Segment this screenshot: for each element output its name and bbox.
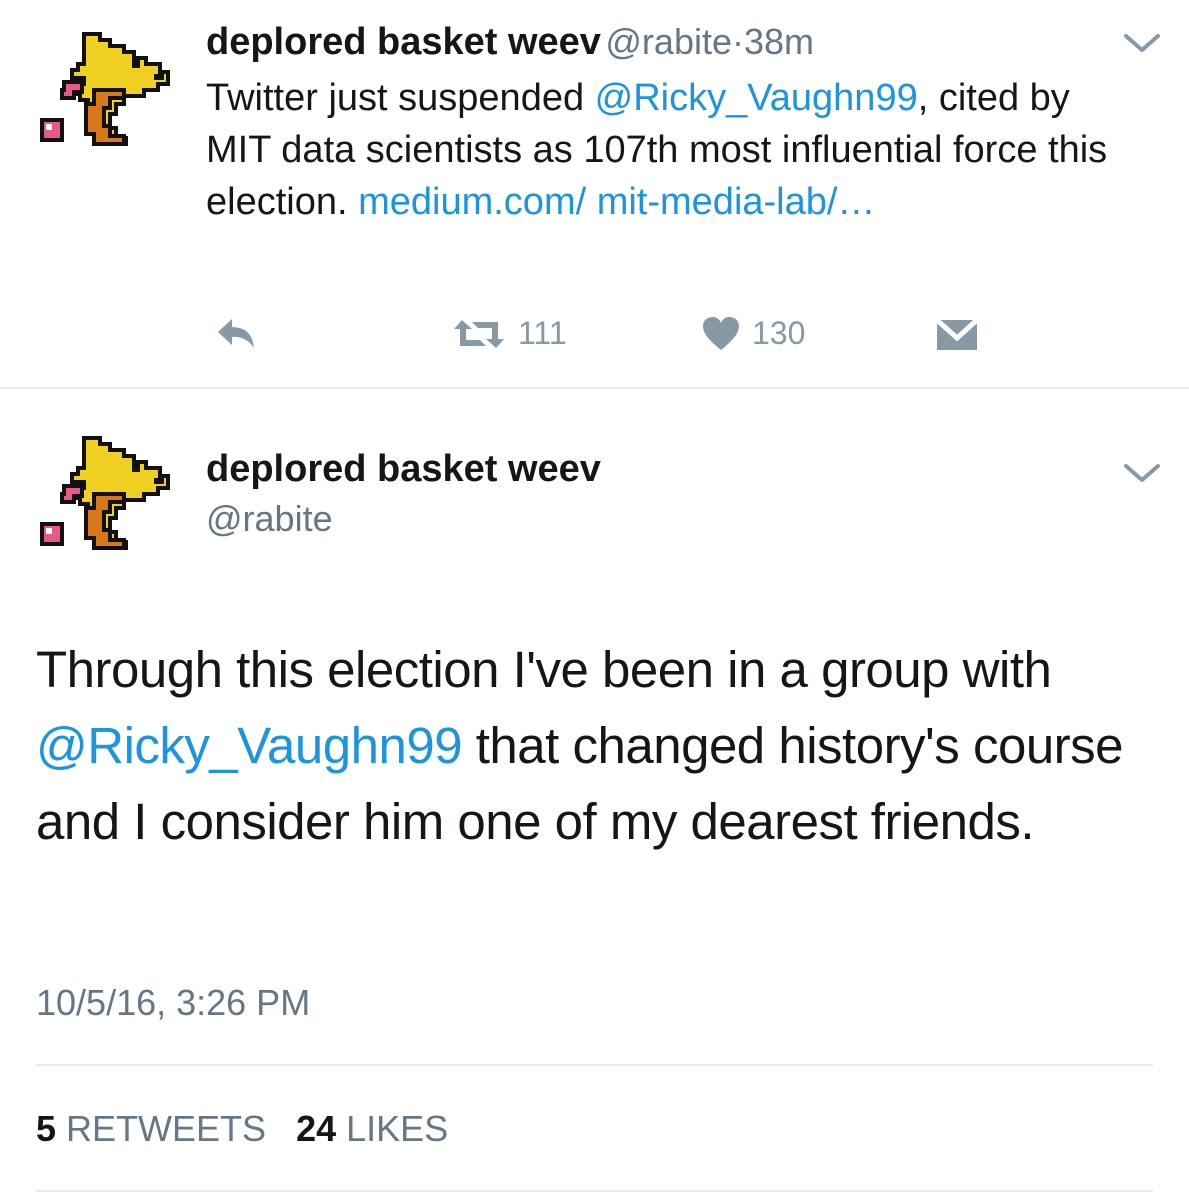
reply-button[interactable]	[214, 315, 258, 351]
like-button[interactable]: 130	[702, 315, 805, 352]
like-count: 130	[752, 315, 806, 351]
text-part: Through this election I've been in a gro…	[36, 641, 1052, 698]
rabite-avatar[interactable]	[36, 428, 176, 568]
reply-icon	[218, 319, 254, 348]
tweet-1-text: Twitter just suspended @Ricky_Vaughn99, …	[206, 72, 1126, 228]
tweet-divider	[0, 387, 1189, 389]
retweet-button[interactable]: 111	[452, 315, 567, 352]
direct-message-icon[interactable]	[936, 318, 978, 352]
text-part: Twitter just suspended	[206, 77, 595, 119]
heart-icon	[703, 316, 739, 350]
stats-divider-bottom	[36, 1190, 1153, 1192]
separator-dot: ·	[732, 21, 744, 62]
retweet-icon	[454, 319, 504, 348]
author-name[interactable]: deplored basket weev	[206, 21, 601, 63]
engagement-stats: 5 RETWEETS 24 LIKES	[36, 1108, 448, 1150]
chevron-down-icon[interactable]	[1122, 32, 1162, 56]
stats-divider-top	[36, 1064, 1153, 1066]
likes-label: LIKES	[346, 1108, 449, 1149]
likes-stat[interactable]: 24 LIKES	[296, 1108, 448, 1149]
tweet-2-text: Through this election I've been in a gro…	[36, 632, 1146, 860]
rabite-avatar[interactable]	[36, 24, 176, 164]
tweet-1-header: deplored basket weev @rabite·38m	[206, 20, 814, 72]
mention-link[interactable]: @Ricky_Vaughn99	[36, 717, 463, 774]
retweets-count: 5	[36, 1108, 57, 1149]
tweet-timestamp[interactable]: 10/5/16, 3:26 PM	[36, 982, 310, 1024]
author-handle[interactable]: @rabite	[206, 498, 333, 540]
author-name[interactable]: deplored basket weev	[206, 448, 601, 491]
url-link[interactable]: medium.com/ mit-media-lab/…	[358, 181, 875, 223]
retweets-label: RETWEETS	[66, 1108, 267, 1149]
author-handle[interactable]: @rabite	[605, 21, 732, 62]
chevron-down-icon[interactable]	[1122, 462, 1162, 486]
retweets-stat[interactable]: 5 RETWEETS	[36, 1108, 266, 1149]
likes-count: 24	[296, 1108, 337, 1149]
retweet-count: 111	[518, 315, 567, 351]
time-ago[interactable]: 38m	[744, 21, 814, 62]
mention-link[interactable]: @Ricky_Vaughn99	[595, 77, 918, 119]
